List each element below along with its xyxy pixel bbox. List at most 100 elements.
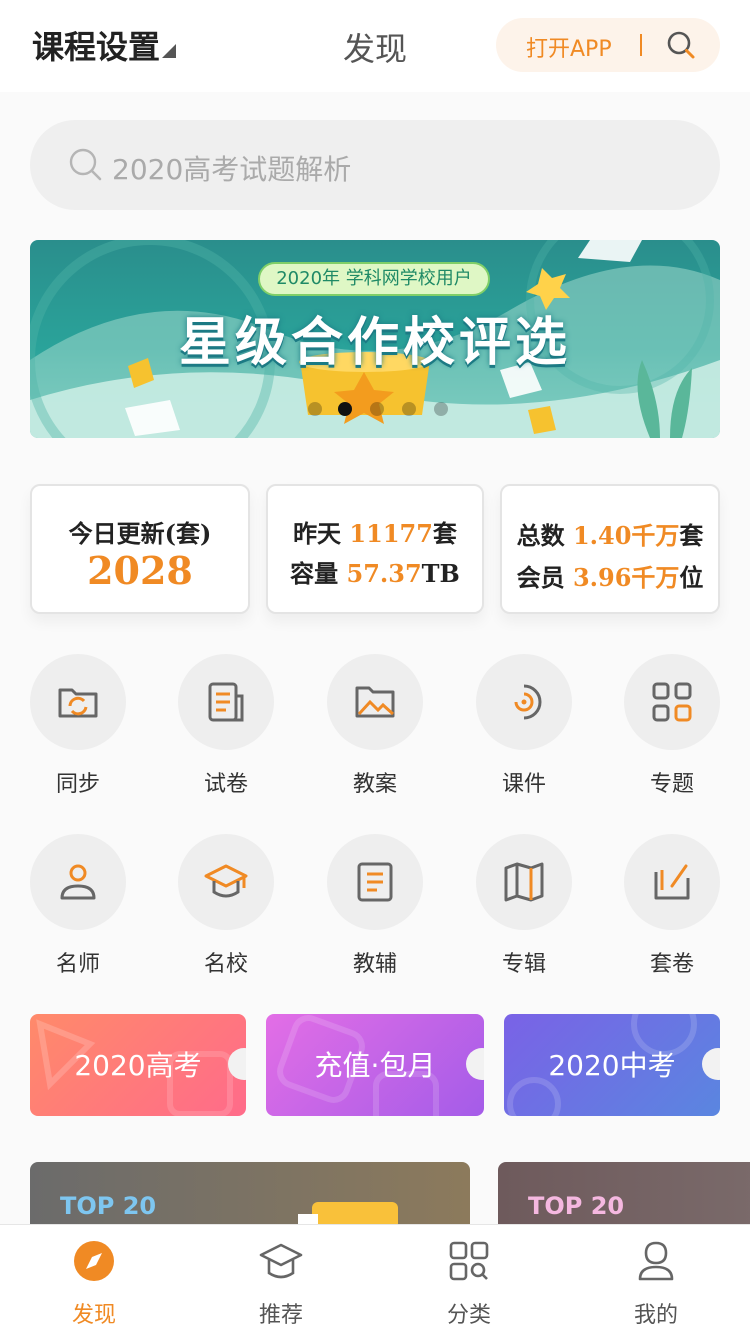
category-papers[interactable]: 试卷 [171, 654, 281, 804]
tab-label: 推荐 [258, 1303, 303, 1328]
search-icon [69, 148, 102, 181]
category-label: 教辅 [352, 952, 397, 977]
category-topics[interactable]: 专题 [617, 654, 727, 804]
banner-title: 星级合作校评选 [178, 313, 571, 373]
promo-gaokao-card[interactable]: 2020高考 [30, 1014, 246, 1116]
capacity-line: 容量 57.37TB [268, 554, 482, 589]
tutoring-book-icon [357, 862, 393, 902]
category-label: 专辑 [501, 952, 546, 977]
category-schools[interactable]: 名校 [171, 834, 281, 984]
category-sync[interactable]: 同步 [23, 654, 133, 804]
school-cap-icon [204, 864, 248, 898]
promo-label: 2020高考 [74, 1049, 202, 1082]
stat-card-yesterday: 昨天 11177套 容量 57.37TB [266, 484, 484, 614]
category-label: 名校 [203, 952, 248, 977]
icon-circle [327, 834, 423, 930]
capacity-value: 57.37 [346, 559, 422, 588]
icon-circle [624, 834, 720, 930]
tab-profile[interactable]: 我的 [581, 1225, 731, 1334]
courseware-icon [514, 684, 542, 720]
carousel-dot-active[interactable] [338, 402, 352, 416]
carousel-dot[interactable] [402, 402, 416, 416]
category-tutoring[interactable]: 教辅 [320, 834, 430, 984]
icon-circle [30, 654, 126, 750]
carousel-dot[interactable] [434, 402, 448, 416]
today-value: 2028 [87, 548, 193, 593]
search-placeholder: 2020高考试题解析 [112, 153, 352, 186]
members-value: 3.96千万 [572, 563, 680, 592]
icon-circle [178, 654, 274, 750]
capacity-label: 容量 [290, 559, 339, 588]
category-label: 专题 [649, 772, 694, 797]
sync-folder-icon [58, 688, 98, 718]
teacher-icon [60, 864, 96, 900]
yesterday-line: 昨天 11177套 [268, 514, 482, 549]
category-label: 教案 [352, 772, 397, 797]
search-icon[interactable] [666, 30, 696, 60]
icon-circle [476, 834, 572, 930]
tab-label: 发现 [71, 1303, 116, 1328]
total-value: 1.40千万 [572, 521, 680, 550]
image-folder-icon [355, 686, 395, 718]
carousel-dot[interactable] [308, 402, 322, 416]
tab-recommend[interactable]: 推荐 [206, 1225, 356, 1334]
profile-icon [638, 1241, 674, 1281]
category-label: 课件 [501, 772, 546, 797]
promo-banner[interactable]: 2020年 学科网学校用户 星级合作校评选 [30, 240, 720, 438]
category-lesson-plans[interactable]: 教案 [320, 654, 430, 804]
tab-categories[interactable]: 分类 [394, 1225, 544, 1334]
graduation-cap-icon [259, 1243, 303, 1279]
promo-recharge-card[interactable]: 充值·包月 [266, 1014, 484, 1116]
yesterday-unit: 套 [432, 519, 457, 548]
dropdown-caret-icon[interactable] [162, 44, 176, 58]
yesterday-label: 昨天 [293, 519, 342, 548]
promo-label: 2020中考 [548, 1049, 676, 1082]
stat-card-total: 总数 1.40千万套 会员 3.96千万位 [500, 484, 720, 614]
stat-card-today: 今日更新(套) 2028 [30, 484, 250, 614]
discover-page: 课程设置 发现 打开APP 2020高考试题解析 2020年 学科网学校用户 星… [0, 0, 750, 1334]
category-teachers[interactable]: 名师 [23, 834, 133, 984]
search-input[interactable]: 2020高考试题解析 [30, 120, 720, 210]
top-header: 课程设置 发现 打开APP [0, 0, 750, 92]
top20-label: TOP 20 [60, 1192, 157, 1220]
category-label: 同步 [55, 772, 100, 797]
icon-circle [327, 654, 423, 750]
yesterday-value: 11177 [349, 519, 433, 548]
open-app-label: 打开APP [526, 37, 612, 62]
discover-icon [74, 1241, 114, 1281]
category-albums[interactable]: 专辑 [469, 834, 579, 984]
total-line: 总数 1.40千万套 [502, 516, 718, 551]
members-line: 会员 3.96千万位 [502, 558, 718, 593]
promo-label: 充值·包月 [314, 1049, 436, 1082]
today-label: 今日更新(套) [68, 519, 212, 548]
members-unit: 位 [679, 563, 704, 592]
bottom-tab-bar: 发现 推荐 分类 我的 [0, 1224, 750, 1334]
paper-set-icon [654, 864, 690, 900]
total-unit: 套 [679, 521, 704, 550]
icon-circle [476, 654, 572, 750]
topic-icon [652, 682, 692, 722]
category-label: 名师 [55, 952, 100, 977]
icon-circle [30, 834, 126, 930]
category-grid-icon [449, 1241, 489, 1281]
members-label: 会员 [516, 563, 565, 592]
course-settings-button[interactable]: 课程设置 [32, 22, 160, 68]
category-label: 套卷 [649, 952, 694, 977]
category-paper-sets[interactable]: 套卷 [617, 834, 727, 984]
open-app-button[interactable]: 打开APP [496, 18, 720, 72]
carousel-dot[interactable] [370, 402, 384, 416]
icon-circle [624, 654, 720, 750]
top20-label: TOP 20 [528, 1192, 625, 1220]
category-label: 试卷 [203, 772, 248, 797]
tab-label: 分类 [446, 1303, 491, 1328]
capacity-unit: TB [421, 559, 460, 588]
tab-label: 我的 [633, 1303, 678, 1328]
divider [640, 34, 642, 56]
promo-zhongkao-card[interactable]: 2020中考 [504, 1014, 720, 1116]
paper-icon [208, 682, 244, 722]
tab-discover[interactable]: 发现 [19, 1225, 169, 1334]
album-map-icon [504, 862, 544, 902]
icon-circle [178, 834, 274, 930]
banner-subtitle: 2020年 学科网学校用户 [258, 262, 490, 296]
category-courseware[interactable]: 课件 [469, 654, 579, 804]
